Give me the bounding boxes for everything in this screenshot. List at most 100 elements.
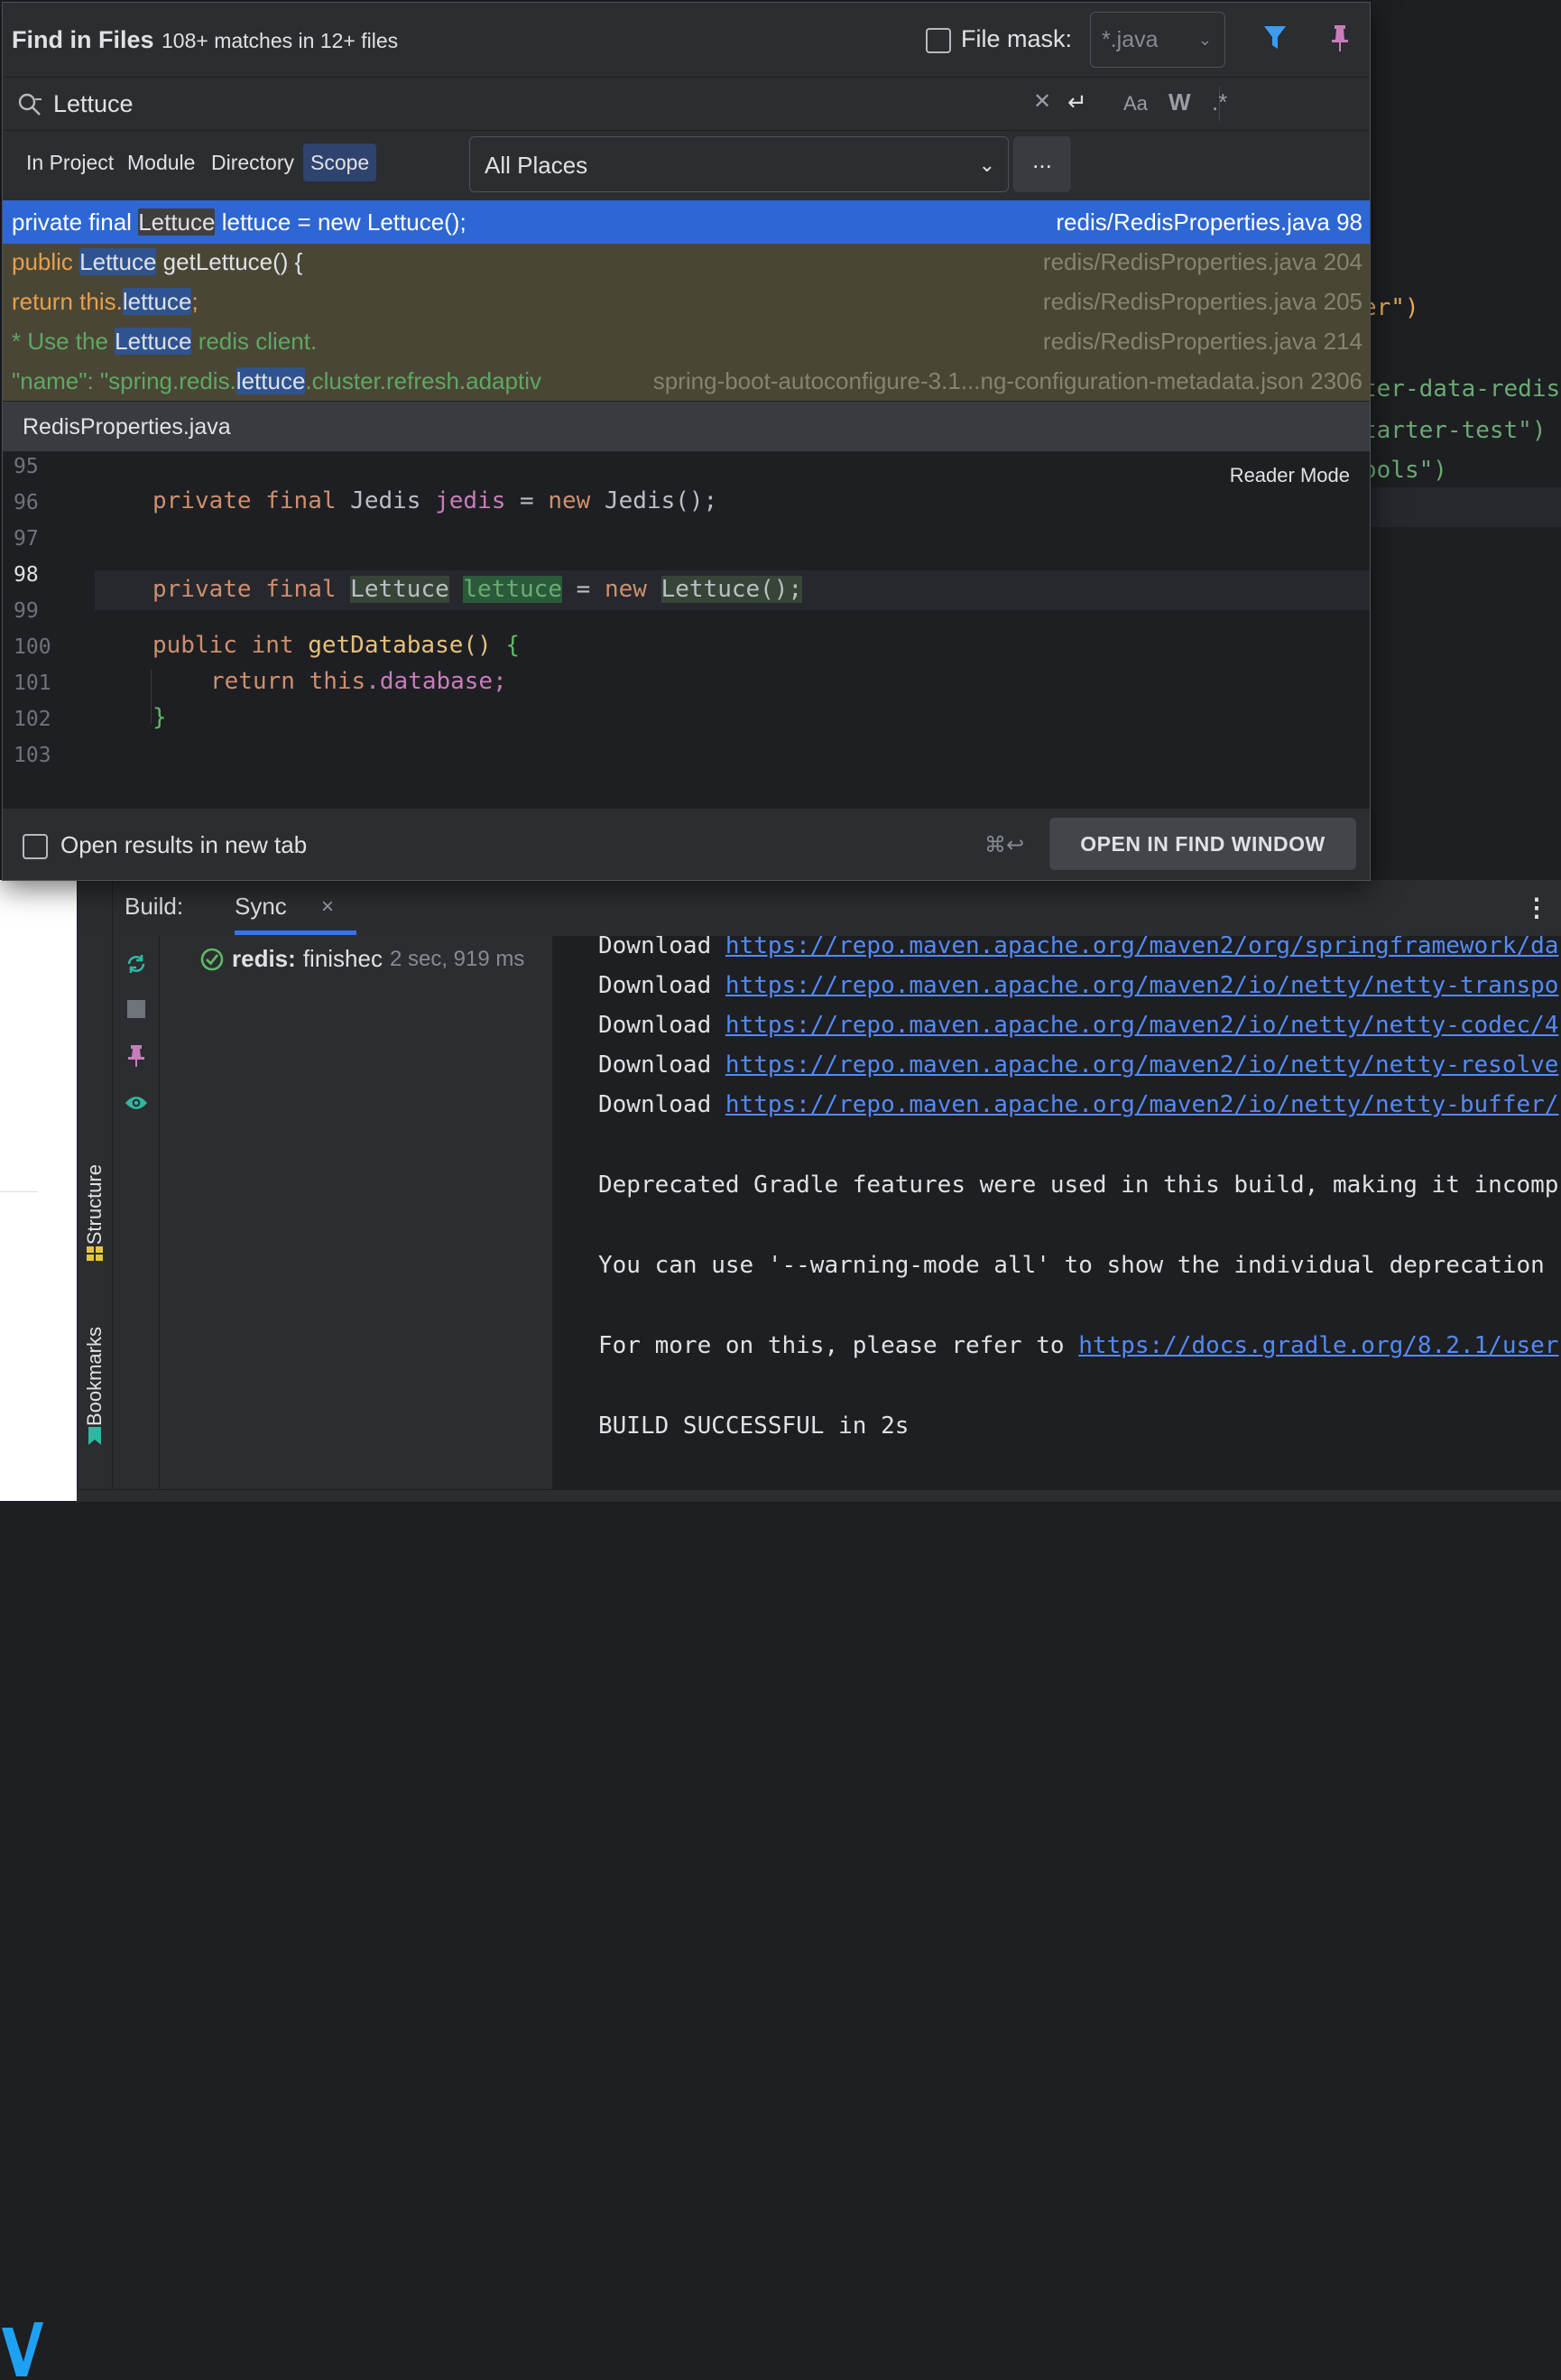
match-case-toggle[interactable]: Aa — [1123, 92, 1148, 116]
console-link[interactable]: https://repo.maven.apache.org/maven2/org… — [725, 936, 1559, 959]
chevron-down-icon: ⌄ — [1197, 31, 1212, 49]
divider — [0, 1191, 38, 1192]
line-number: 101 — [14, 671, 51, 695]
structure-tab-label: Structure — [83, 1164, 106, 1246]
bg-code-line: ter-data-redis — [1362, 375, 1561, 403]
build-toolbar — [112, 936, 160, 1501]
console-line: Download https://repo.maven.apache.org/m… — [598, 1091, 1559, 1118]
match-count: 108+ matches in 12+ files — [162, 29, 399, 52]
line-number: 103 — [14, 744, 51, 767]
line-number: 96 — [14, 491, 39, 514]
bookmarks-tab-label: Bookmarks — [83, 1327, 106, 1427]
more-options-icon[interactable]: ⋮ — [1524, 893, 1549, 922]
file-mask-select[interactable]: *.java ⌄ — [1090, 12, 1225, 68]
stop-icon[interactable] — [125, 997, 148, 1021]
tree-project-name: redis: — [232, 945, 296, 972]
code-line: public int getDatabase() { — [152, 632, 521, 659]
search-icon — [18, 93, 42, 116]
more-scopes-button[interactable]: ... — [1013, 136, 1071, 192]
reader-mode-toggle[interactable]: Reader Mode — [1230, 464, 1350, 487]
find-in-files-popup: Find in Files 108+ matches in 12+ files … — [2, 2, 1371, 881]
whole-words-toggle[interactable]: W — [1168, 88, 1191, 116]
shortcut-hint: ⌘↩ — [984, 833, 1025, 857]
file-mask-checkbox[interactable] — [926, 28, 951, 53]
tree-status: finishec — [302, 945, 383, 972]
result-row[interactable]: private final Lettuce lettuce = new Lett… — [3, 200, 1370, 244]
left-background-strip — [0, 880, 77, 2376]
build-tool-window: Structure Bookmarks Build: Sync × ⋮ redi… — [77, 880, 1561, 1501]
build-title: Build: — [125, 893, 184, 920]
code-area: Reader Mode private final Jedis jedis = … — [95, 451, 1370, 808]
sync-icon[interactable] — [125, 952, 148, 976]
result-row[interactable]: public Lettuce getLettuce() { redis/Redi… — [3, 240, 1370, 283]
indent-guide — [151, 670, 152, 724]
scope-tab-module[interactable]: Module — [120, 144, 202, 181]
structure-tab[interactable]: Structure — [81, 1164, 108, 1263]
bookmark-icon — [88, 1427, 101, 1446]
bottom-tool-stripe — [77, 1489, 1561, 1502]
bg-code-line: er") — [1362, 294, 1419, 321]
app-logo-icon — [2, 2322, 43, 2376]
clear-icon[interactable]: ✕ — [1033, 88, 1051, 115]
result-row[interactable]: * Use the Lettuce redis client. redis/Re… — [3, 319, 1370, 363]
scope-tab-scope[interactable]: Scope — [303, 144, 377, 181]
filter-icon[interactable] — [1262, 24, 1288, 51]
close-icon[interactable]: × — [321, 894, 334, 920]
line-number: 98 — [14, 563, 39, 587]
eye-icon[interactable] — [125, 1091, 148, 1115]
result-row[interactable]: "name": "spring.redis.lettuce.cluster.re… — [3, 359, 1370, 401]
left-tool-stripe: Structure Bookmarks — [78, 880, 113, 1501]
tree-time: 2 sec, 919 ms — [389, 946, 525, 971]
result-file: spring-boot-autoconfigure-3.1...ng-confi… — [652, 367, 1362, 394]
pin-icon[interactable] — [1329, 24, 1351, 53]
result-file: redis/RedisProperties.java 205 — [1042, 288, 1362, 315]
popup-title: Find in Files — [12, 26, 154, 53]
bg-code-line: ools") — [1362, 457, 1447, 484]
code-line: private final Lettuce lettuce = new Lett… — [152, 576, 803, 603]
scope-row: In Project Module Directory Scope All Pl… — [3, 131, 1370, 199]
file-mask-value: *.java — [1102, 27, 1159, 52]
console-link[interactable]: https://repo.maven.apache.org/maven2/io/… — [725, 1012, 1559, 1039]
popup-header: Find in Files 108+ matches in 12+ files … — [3, 3, 1370, 78]
result-row[interactable]: return this.lettuce; redis/RedisProperti… — [3, 280, 1370, 323]
search-input[interactable] — [53, 88, 1118, 119]
result-file: redis/RedisProperties.java 98 — [1056, 208, 1362, 236]
scope-tab-in-project[interactable]: In Project — [19, 144, 121, 181]
line-gutter: 95 96 97 98 99 100 101 102 103 — [3, 451, 93, 808]
open-new-tab-checkbox[interactable] — [23, 834, 48, 859]
build-result: BUILD SUCCESSFUL in 2s — [598, 1412, 910, 1440]
new-line-icon[interactable]: ↵ — [1067, 88, 1087, 116]
regex-toggle[interactable]: .* — [1212, 88, 1227, 116]
console-line: Download https://repo.maven.apache.org/m… — [598, 1051, 1559, 1079]
open-new-tab-label: Open results in new tab — [60, 831, 308, 858]
console-line: Download https://repo.maven.apache.org/m… — [598, 936, 1558, 959]
tab-sync[interactable]: Sync — [235, 893, 287, 921]
scope-select[interactable]: All Places ⌄ — [469, 136, 1009, 192]
console-line: Deprecated Gradle features were used in … — [598, 1171, 1559, 1199]
bookmarks-tab[interactable]: Bookmarks — [81, 1327, 108, 1446]
scope-tab-directory[interactable]: Directory — [204, 144, 301, 181]
pin-icon[interactable] — [125, 1044, 148, 1068]
open-in-find-window-button[interactable]: OPEN IN FIND WINDOW — [1049, 818, 1356, 870]
popup-footer: Open results in new tab ⌘↩ OPEN IN FIND … — [3, 808, 1370, 880]
code-line: return this.database; — [210, 668, 507, 695]
code-preview: 95 96 97 98 99 100 101 102 103 Reader Mo… — [3, 451, 1370, 808]
line-number: 100 — [14, 635, 51, 659]
result-file: redis/RedisProperties.java 204 — [1042, 248, 1362, 275]
result-file: redis/RedisProperties.java 214 — [1042, 328, 1362, 355]
console-link[interactable]: https://repo.maven.apache.org/maven2/io/… — [725, 972, 1559, 999]
preview-header: RedisProperties.java — [3, 401, 1370, 452]
console-link[interactable]: https://docs.gradle.org/8.2.1/user — [1078, 1332, 1558, 1359]
console-link[interactable]: https://repo.maven.apache.org/maven2/io/… — [725, 1091, 1559, 1118]
line-number: 99 — [14, 599, 39, 623]
tree-row[interactable]: redis: finishec 2 sec, 919 ms — [199, 945, 524, 973]
console-link[interactable]: https://repo.maven.apache.org/maven2/io/… — [725, 1051, 1559, 1079]
code-line: } — [152, 704, 167, 731]
line-number: 102 — [14, 708, 51, 731]
console-line: For more on this, please refer to https:… — [598, 1332, 1559, 1359]
search-row: ✕ ↵ Aa W .* — [3, 78, 1370, 131]
code-line: private final Jedis jedis = new Jedis(); — [152, 487, 718, 514]
build-header: Build: Sync × ⋮ — [112, 880, 1561, 936]
build-tree: redis: finishec 2 sec, 919 ms — [160, 936, 553, 1501]
console-line: You can use '--warning-mode all' to show… — [598, 1252, 1545, 1279]
